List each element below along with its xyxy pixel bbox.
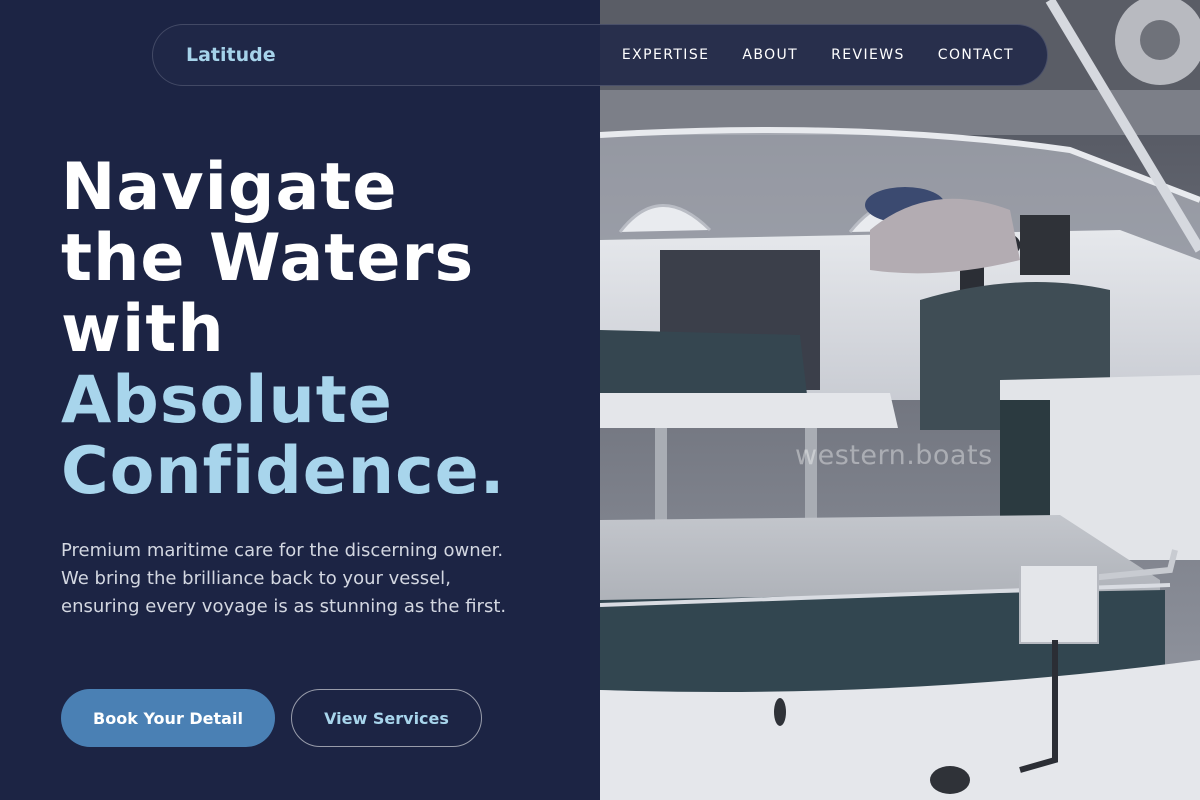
hero-description: Premium maritime care for the discerning… (61, 540, 507, 617)
hero-title-accent-line-1: Absolute (61, 363, 393, 438)
photo-watermark: western.boats (795, 440, 993, 471)
nav-link-expertise[interactable]: EXPERTISE (622, 47, 709, 63)
brand-logo[interactable]: Latitude (186, 44, 276, 66)
hero-title-line-1: Navigate (61, 150, 398, 225)
hero-text-panel: Navigate the Waters with Absolute Confid… (0, 0, 600, 800)
boat-interior-illustration (600, 0, 1200, 800)
nav-links: EXPERTISE ABOUT REVIEWS CONTACT (622, 47, 1014, 63)
hero-title-line-2: the Waters (61, 221, 475, 296)
top-navigation: Latitude EXPERTISE ABOUT REVIEWS CONTACT (152, 24, 1048, 86)
hero-title-accent-line-2: Confidence. (61, 434, 506, 509)
view-services-button[interactable]: View Services (291, 689, 482, 747)
book-detail-button[interactable]: Book Your Detail (61, 689, 275, 747)
nav-link-reviews[interactable]: REVIEWS (831, 47, 905, 63)
hero-title-line-3: with (61, 292, 225, 367)
nav-link-about[interactable]: ABOUT (742, 47, 798, 63)
nav-link-contact[interactable]: CONTACT (938, 47, 1014, 63)
hero-title: Navigate the Waters with Absolute Confid… (61, 152, 505, 507)
boat-interior-photo: western.boats (600, 0, 1200, 800)
